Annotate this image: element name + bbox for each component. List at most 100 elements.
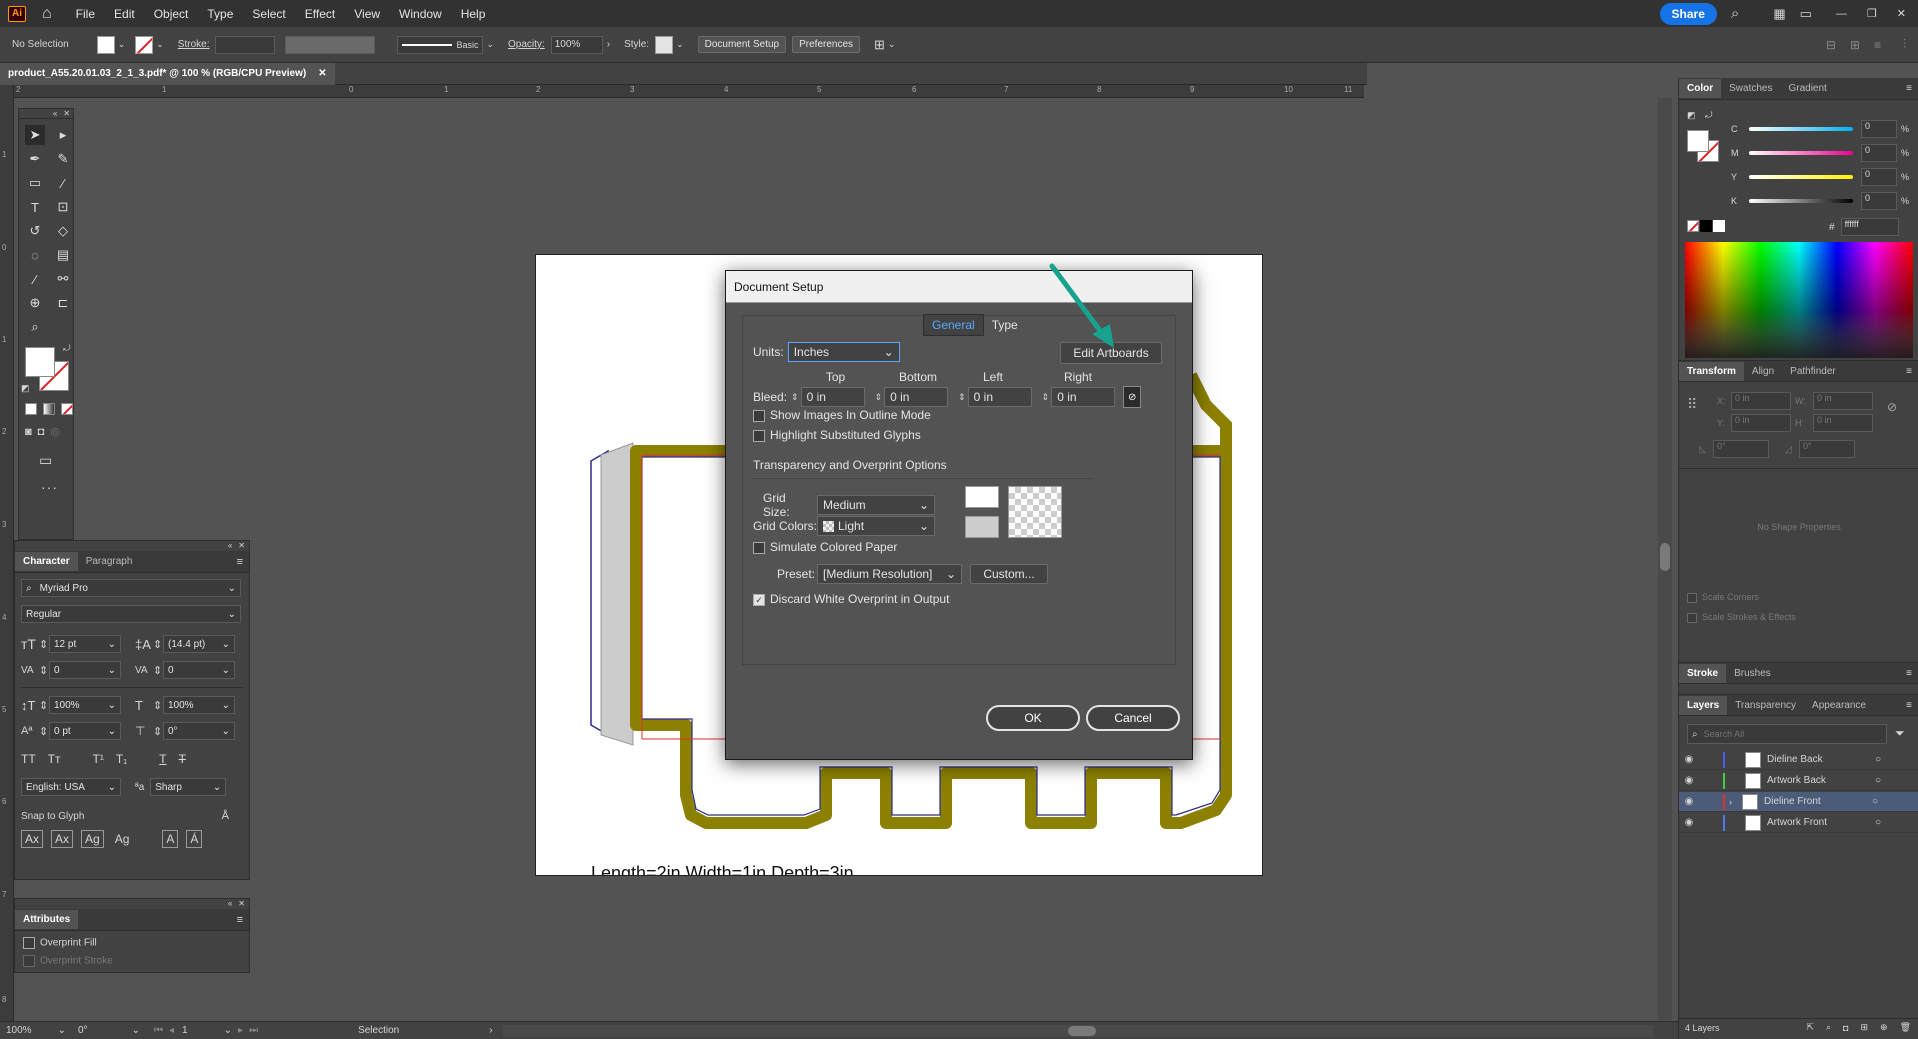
units-dropdown[interactable]: Inches ⌄	[787, 342, 900, 362]
stepper-icon[interactable]: ⇕	[875, 392, 883, 403]
tab-character[interactable]: Character	[15, 552, 78, 571]
color-spectrum[interactable]	[1685, 242, 1913, 358]
chevron-down-icon[interactable]: ⌄	[486, 39, 494, 50]
y-input[interactable]: 0 in	[1731, 414, 1791, 432]
panel-menu-icon[interactable]: ≡	[237, 556, 243, 568]
stepper-icon[interactable]: ⇕	[39, 638, 49, 651]
last-artboard-icon[interactable]: ⏭	[249, 1025, 258, 1036]
snap-glyph-bounds-icon[interactable]: Ag	[81, 830, 104, 848]
custom-button[interactable]: Custom...	[970, 564, 1048, 584]
target-icon[interactable]: ○	[1872, 796, 1878, 807]
scrollbar-thumb[interactable]	[1660, 543, 1670, 571]
tab-transparency[interactable]: Transparency	[1727, 696, 1804, 715]
tab-brushes[interactable]: Brushes	[1726, 664, 1779, 683]
subscript-icon[interactable]: T₁	[116, 752, 127, 766]
minimize-icon[interactable]: —	[1836, 8, 1847, 20]
channel-k-slider[interactable]	[1749, 199, 1853, 203]
none-mode-icon[interactable]	[61, 403, 73, 415]
w-input[interactable]: 0 in	[1813, 392, 1873, 410]
stepper-icon[interactable]: ⇕	[791, 392, 799, 403]
layer-row[interactable]: ◉ Artwork Front ○	[1679, 813, 1918, 833]
panel-menu-icon[interactable]: ≡	[1906, 668, 1912, 679]
superscript-icon[interactable]: T¹	[93, 752, 104, 766]
small-caps-icon[interactable]: Tт	[48, 752, 61, 766]
grid-size-dropdown[interactable]: Medium ⌄	[817, 495, 935, 515]
tab-attributes[interactable]: Attributes	[15, 910, 79, 929]
bleed-top-input[interactable]: 0 in	[800, 387, 865, 407]
close-icon[interactable]: ✕	[238, 541, 245, 551]
color-fill-box[interactable]	[1687, 130, 1709, 152]
tab-general[interactable]: General	[923, 314, 984, 336]
maximize-icon[interactable]: ❐	[1867, 7, 1877, 20]
locate-object-icon[interactable]: ⌕	[1826, 1022, 1831, 1033]
cancel-button[interactable]: Cancel	[1086, 705, 1180, 731]
layer-row[interactable]: ◉ › Dieline Front ○	[1679, 792, 1918, 812]
zoom-tool-icon[interactable]: ⌕	[25, 317, 45, 337]
panel-menu-icon[interactable]: ≡	[237, 914, 243, 926]
channel-m-input[interactable]: 0	[1861, 144, 1897, 162]
rotation-dropdown[interactable]: 0° ⌄	[78, 1025, 140, 1036]
overprint-stroke-checkbox[interactable]: Overprint Stroke	[23, 955, 241, 967]
font-family-dropdown[interactable]: ⌕ Myriad Pro ⌄	[21, 579, 241, 597]
document-tab[interactable]: product_A55.20.01.03_2_1_3.pdf* @ 100 % …	[0, 62, 335, 85]
delete-icon[interactable]: 🗑	[1900, 1022, 1911, 1033]
panel-icon[interactable]: ⊟	[1826, 38, 1836, 52]
workspace-icon[interactable]: ▦	[1773, 6, 1785, 22]
eye-icon[interactable]: ◉	[1679, 775, 1699, 786]
character-rotation-field[interactable]: ⊤ ⇕ 0° ⌄	[135, 722, 245, 740]
canvas-vertical-scrollbar[interactable]	[1658, 98, 1672, 1020]
paintbrush-tool-icon[interactable]: ⁄	[53, 173, 73, 193]
layer-row[interactable]: ◉ Artwork Back ○	[1679, 771, 1918, 791]
channel-y-input[interactable]: 0	[1861, 168, 1897, 186]
menu-effect[interactable]: Effect	[305, 7, 335, 21]
tab-swatches[interactable]: Swatches	[1721, 79, 1780, 98]
language-dropdown[interactable]: English: USA ⌄	[21, 778, 121, 796]
tab-transform[interactable]: Transform	[1679, 361, 1744, 381]
panel-menu-icon[interactable]: ≡	[1906, 366, 1912, 377]
chevron-down-icon[interactable]: ⌄	[156, 39, 164, 50]
direct-selection-tool-icon[interactable]: ▸	[53, 125, 73, 145]
channel-y-slider[interactable]	[1749, 175, 1853, 179]
style-swatch[interactable]	[655, 35, 674, 54]
fill-color-box[interactable]	[25, 347, 55, 377]
preset-dropdown[interactable]: [Medium Resolution] ⌄	[817, 564, 962, 584]
opacity-input[interactable]: 100%	[550, 35, 603, 54]
chevron-right-icon[interactable]: ›	[489, 1025, 492, 1036]
tab-stroke[interactable]: Stroke	[1679, 663, 1727, 683]
rotate-tool-icon[interactable]: ↺	[25, 221, 45, 241]
bleed-bottom-input[interactable]: 0 in	[884, 387, 949, 407]
overprint-fill-checkbox[interactable]: Overprint Fill	[23, 937, 241, 949]
eraser-tool-icon[interactable]: ◇	[53, 221, 73, 241]
grid-colors-dropdown[interactable]: Light ⌄	[817, 516, 935, 536]
artboard-tool-icon[interactable]: ⊏	[53, 293, 73, 313]
artboard-number-dropdown[interactable]: 1 ⌄	[182, 1025, 232, 1036]
vertical-ruler[interactable]: 1 0 1 2 3 4 5 6 7 8	[0, 85, 14, 1035]
leading-field[interactable]: ‡A ⇕ (14.4 pt) ⌄	[135, 635, 245, 653]
channel-k-input[interactable]: 0	[1861, 192, 1897, 210]
menu-file[interactable]: File	[76, 7, 95, 21]
type-tool-icon[interactable]: T	[25, 197, 45, 217]
horizontal-scale-field[interactable]: T ⇕ 100% ⌄	[135, 696, 245, 714]
stepper-icon[interactable]: ⇕	[153, 699, 163, 712]
menu-select[interactable]: Select	[252, 7, 285, 21]
tab-type[interactable]: Type	[984, 315, 1026, 335]
preferences-button[interactable]: Preferences	[792, 36, 861, 53]
clipping-mask-icon[interactable]: ◘	[1843, 1023, 1848, 1033]
draw-normal-icon[interactable]: ◙	[25, 426, 32, 438]
filter-icon[interactable]: ⏷	[1895, 726, 1905, 741]
grid-color-swatch-dark[interactable]	[965, 516, 999, 538]
collapse-icon[interactable]: «	[228, 899, 232, 909]
menu-edit[interactable]: Edit	[114, 7, 135, 21]
more-tools-icon[interactable]: ···	[19, 479, 73, 495]
arrange-icon[interactable]: ▭	[1800, 6, 1812, 22]
menu-type[interactable]: Type	[207, 7, 233, 21]
reset-colors-icon[interactable]: ◩	[1687, 110, 1696, 121]
tab-align[interactable]: Align	[1744, 362, 1782, 381]
snap-glyph-info-icon[interactable]: Å	[222, 810, 229, 822]
black-swatch[interactable]	[1700, 220, 1712, 232]
all-caps-icon[interactable]: TT	[21, 752, 36, 766]
channel-c-input[interactable]: 0	[1861, 120, 1897, 138]
chevron-right-icon[interactable]: ›	[1729, 797, 1732, 807]
snap-angle-icon[interactable]: Á	[186, 830, 203, 848]
ok-button[interactable]: OK	[986, 705, 1080, 731]
